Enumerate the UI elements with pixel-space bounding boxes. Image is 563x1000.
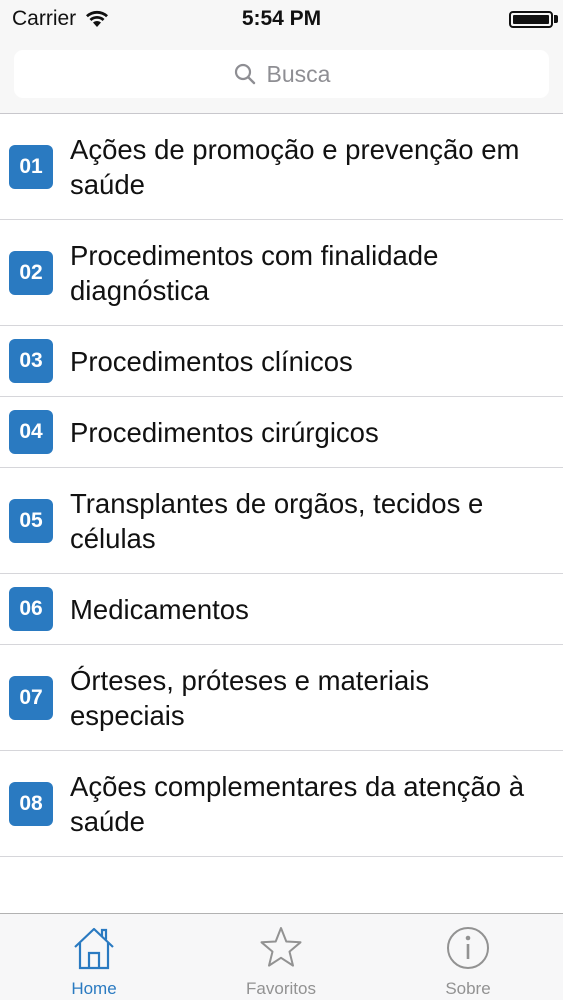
item-label: Órteses, próteses e materiais especiais [70, 664, 430, 731]
battery-cap [554, 15, 558, 23]
battery-icon [509, 11, 553, 28]
info-icon [447, 927, 489, 969]
status-time: 5:54 PM [241, 7, 322, 30]
item-number-badge: 03 [9, 339, 53, 383]
tab-bar: Home Favoritos Sobre [0, 913, 563, 1000]
tab-sobre-label: Sobre [445, 979, 491, 998]
item-number-badge: 02 [9, 250, 53, 295]
star-icon [260, 927, 302, 967]
item-label: Ações complementares da atenção à saúde [70, 770, 525, 837]
home-icon [74, 927, 114, 970]
tab-favoritos-label: Favoritos [246, 979, 316, 998]
list-item[interactable]: 03 Procedimentos clínicos [0, 326, 563, 397]
tab-home[interactable]: Home [34, 914, 154, 1000]
item-label: Procedimentos cirúrgicos [70, 416, 379, 448]
item-number-badge: 01 [9, 144, 53, 189]
item-number-badge: 04 [9, 410, 53, 454]
item-label: Procedimentos com finalidade diagnóstica [70, 239, 439, 306]
list-item[interactable]: 08 Ações complementares da atenção à saú… [0, 751, 563, 857]
list-item[interactable]: 04 Procedimentos cirúrgicos [0, 397, 563, 468]
search-input[interactable]: Busca [14, 50, 549, 98]
item-number-badge: 07 [9, 675, 53, 720]
list-item[interactable]: 05 Transplantes de orgãos, tecidos e cél… [0, 468, 563, 574]
search-placeholder: Busca [266, 60, 331, 87]
item-number-badge: 05 [9, 498, 53, 543]
item-label: Medicamentos [70, 593, 249, 625]
tab-home-label: Home [71, 979, 117, 998]
item-label: Transplantes de orgãos, tecidos e célula… [70, 487, 484, 554]
item-number-badge: 06 [9, 587, 53, 631]
item-label: Ações de promoção e prevenção em saúde [70, 133, 520, 200]
search-bar: Busca [0, 38, 563, 114]
list-item[interactable]: 02 Procedimentos com finalidade diagnóst… [0, 220, 563, 326]
item-number-badge: 08 [9, 781, 53, 826]
category-list: 01 Ações de promoção e prevenção em saúd… [0, 114, 563, 857]
list-item[interactable]: 07 Órteses, próteses e materiais especia… [0, 645, 563, 751]
search-icon [234, 63, 255, 85]
tab-favoritos[interactable]: Favoritos [221, 914, 341, 1000]
list-item[interactable]: 01 Ações de promoção e prevenção em saúd… [0, 114, 563, 220]
tab-sobre[interactable]: Sobre [408, 914, 528, 1000]
item-label: Procedimentos clínicos [70, 345, 353, 377]
list-item[interactable]: 06 Medicamentos [0, 574, 563, 645]
status-bar: Carrier 5:54 PM [0, 0, 563, 38]
